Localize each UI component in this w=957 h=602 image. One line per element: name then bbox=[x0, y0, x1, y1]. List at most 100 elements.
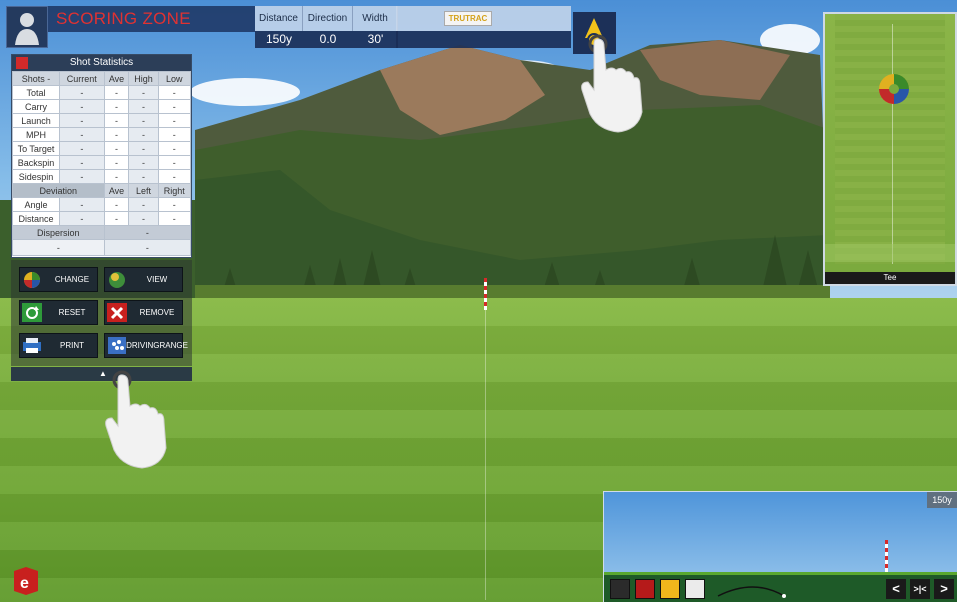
metric-direction[interactable]: Direction 0.0 bbox=[303, 6, 353, 48]
reset-icon bbox=[22, 303, 42, 322]
cell: - bbox=[59, 141, 105, 156]
brand-logo: TRUTRAC bbox=[444, 11, 492, 26]
row-label: MPH bbox=[12, 127, 60, 142]
cell: - bbox=[157, 113, 192, 128]
column-header: Dispersion bbox=[12, 225, 105, 240]
reset-button[interactable]: RESET bbox=[19, 300, 98, 325]
column-header: Current bbox=[59, 71, 105, 86]
cell: - bbox=[128, 155, 159, 170]
cell: - bbox=[59, 197, 105, 212]
cell: - bbox=[103, 197, 130, 212]
sideview-pin bbox=[885, 540, 888, 572]
metric-label: Width bbox=[353, 6, 398, 31]
cell: - bbox=[59, 99, 105, 114]
swatch-white[interactable] bbox=[685, 579, 705, 599]
hole-minimap[interactable]: Tee bbox=[823, 12, 957, 286]
column-header: Low bbox=[157, 71, 192, 86]
table-row: To Target - - - - bbox=[12, 141, 192, 156]
dispersion-header-row: Dispersion - bbox=[12, 225, 192, 240]
cell: - bbox=[103, 225, 192, 240]
metric-value: 0.0 bbox=[303, 31, 353, 48]
tap-hint-hand-icon bbox=[581, 34, 643, 133]
deviation-header-row: Deviation Ave Left Right bbox=[12, 183, 192, 198]
table-row: Sidespin - - - - bbox=[12, 169, 192, 184]
row-label: Angle bbox=[12, 197, 60, 212]
tap-hint-hand-icon bbox=[105, 370, 167, 469]
cell: - bbox=[157, 127, 192, 142]
app-menu-icon[interactable]: e bbox=[10, 565, 42, 597]
sideview-distance: 150y bbox=[927, 492, 957, 508]
player-avatar[interactable] bbox=[6, 6, 48, 48]
change-button[interactable]: CHANGE bbox=[19, 267, 98, 292]
cell: - bbox=[128, 197, 159, 212]
aim-line bbox=[485, 300, 486, 600]
table-row: Total - - - - bbox=[12, 85, 192, 100]
cell: - bbox=[157, 211, 192, 226]
cell: - bbox=[103, 127, 130, 142]
stats-header: Shot Statistics bbox=[12, 55, 191, 71]
control-buttons: CHANGE VIEW RESET REMOVE PRINT DRIVING R… bbox=[11, 260, 192, 366]
brand-panel: TRUTRAC bbox=[396, 6, 571, 31]
remove-label: REMOVE bbox=[139, 307, 175, 317]
stats-table: Shots - Current Ave High Low Total - - -… bbox=[12, 71, 192, 256]
table-header-row: Shots - Current Ave High Low bbox=[12, 71, 192, 86]
driving-range-label-line2: RANGE bbox=[159, 340, 188, 350]
cell: - bbox=[103, 239, 192, 256]
table-row: Backspin - - - - bbox=[12, 155, 192, 170]
remove-button[interactable]: REMOVE bbox=[104, 300, 183, 325]
target-pin bbox=[484, 278, 487, 310]
metric-width[interactable]: Width 30' bbox=[353, 6, 398, 48]
view-label: VIEW bbox=[146, 274, 168, 284]
driving-range-button[interactable]: DRIVING RANGE bbox=[104, 333, 188, 358]
cell: - bbox=[103, 113, 130, 128]
column-header: Deviation bbox=[12, 183, 105, 198]
metric-distance[interactable]: Distance 150y bbox=[255, 6, 303, 48]
brand-strip bbox=[396, 31, 571, 48]
column-header: Ave bbox=[103, 183, 130, 198]
print-button[interactable]: PRINT bbox=[19, 333, 98, 358]
svg-text:e: e bbox=[20, 575, 29, 592]
shot-side-view[interactable]: 150y < >|< > bbox=[603, 491, 957, 602]
target-wheel-icon bbox=[24, 272, 40, 288]
cell: - bbox=[128, 211, 159, 226]
cell: - bbox=[128, 113, 159, 128]
cell: - bbox=[103, 85, 130, 100]
swatch-black[interactable] bbox=[610, 579, 630, 599]
column-header[interactable]: Shots - bbox=[12, 71, 60, 86]
print-label: PRINT bbox=[60, 340, 84, 350]
column-header: Left bbox=[128, 183, 159, 198]
table-row: Distance - - - - bbox=[12, 211, 192, 226]
driving-range-label: DRIVING RANGE bbox=[126, 334, 188, 357]
ball-color-bar: < >|< > bbox=[604, 575, 957, 602]
golfer-icon bbox=[15, 13, 39, 45]
swatch-yellow[interactable] bbox=[660, 579, 680, 599]
column-header: High bbox=[128, 71, 159, 86]
cell: - bbox=[59, 127, 105, 142]
reset-label: RESET bbox=[58, 307, 86, 317]
page-title: SCORING ZONE bbox=[56, 9, 191, 28]
top-bar: SCORING ZONE Distance 150y Direction 0.0… bbox=[6, 6, 616, 54]
cell: - bbox=[157, 155, 192, 170]
prev-button[interactable]: < bbox=[886, 579, 906, 599]
metric-label: Direction bbox=[303, 6, 353, 31]
cell: - bbox=[12, 239, 105, 256]
cell: - bbox=[59, 113, 105, 128]
title-bar: SCORING ZONE bbox=[48, 6, 255, 32]
stats-title: Shot Statistics bbox=[69, 57, 134, 68]
table-row: Angle - - - - bbox=[12, 197, 192, 212]
row-label: Total bbox=[12, 85, 60, 100]
cell: - bbox=[128, 169, 159, 184]
cell: - bbox=[157, 141, 192, 156]
next-button[interactable]: > bbox=[934, 579, 954, 599]
column-header: Ave bbox=[103, 71, 130, 86]
cell: - bbox=[157, 197, 192, 212]
row-label: Backspin bbox=[12, 155, 60, 170]
cell: - bbox=[103, 155, 130, 170]
shot-statistics-panel: Shot Statistics Shots - Current Ave High… bbox=[11, 54, 192, 258]
compare-button[interactable]: >|< bbox=[910, 579, 930, 599]
minimap-aim-line bbox=[892, 24, 893, 264]
swatch-red[interactable] bbox=[635, 579, 655, 599]
target-zone-icon bbox=[879, 74, 909, 104]
view-button[interactable]: VIEW bbox=[104, 267, 183, 292]
cell: - bbox=[59, 211, 105, 226]
